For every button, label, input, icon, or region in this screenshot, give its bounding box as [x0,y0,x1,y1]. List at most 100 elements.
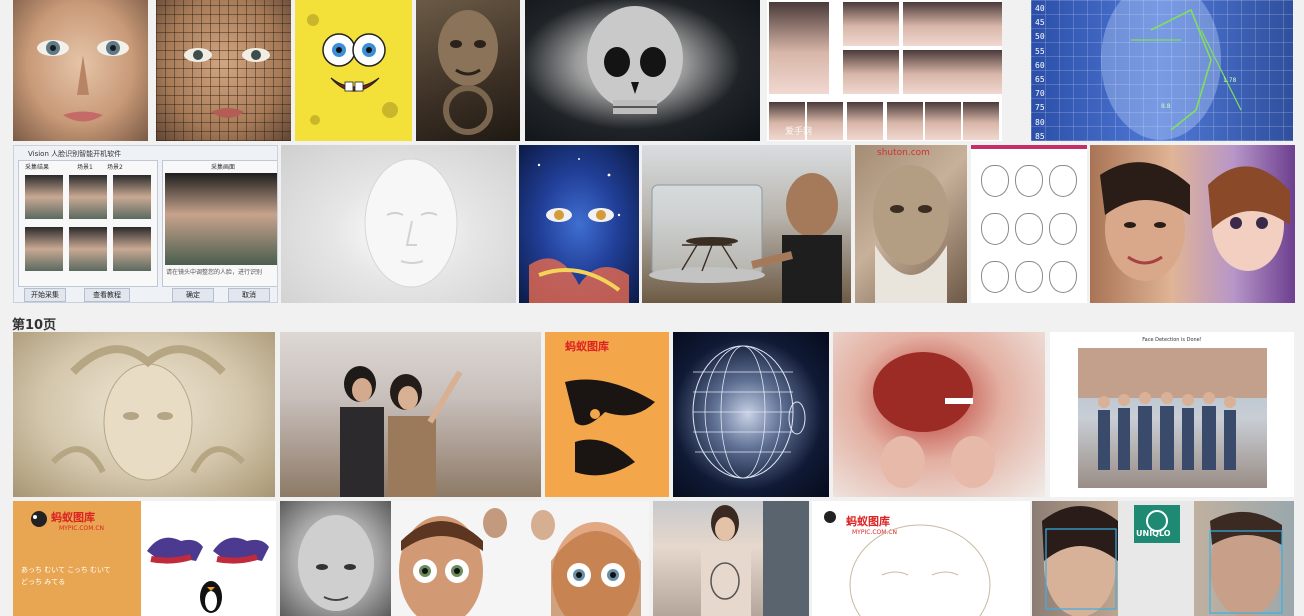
collage-photo [947,50,1002,94]
result-image-cosmic-face-paint[interactable] [519,145,639,303]
result-image-skull[interactable] [525,0,760,141]
door-knocker-thumb [438,10,498,135]
result-image-mypic-japanese-poster[interactable]: 蚂蚁图库 MYPIC.COM.CN あっち むいて こっち むいて どっち みて… [13,501,141,616]
measure-label: 1.78 [1223,77,1237,84]
result-image-old-man-illusion-painting[interactable]: shuton.com [855,145,967,303]
line-art-face-thumb [824,511,991,616]
two-girls-thumb [340,366,463,497]
image-watermark: 爱手网 [785,127,813,137]
old-man-painting-thumb [873,165,949,303]
capture-thumb [69,227,107,271]
collage-photo [887,102,923,140]
result-image-girl-and-cartoon[interactable] [1090,145,1295,303]
face-detection-title: Face Detection is Done! [1142,337,1202,343]
collage-photo [843,50,899,94]
sketch-step [1015,165,1043,197]
sketch-step [981,165,1009,197]
group-photo [1078,348,1267,488]
sketch-step [1049,213,1077,245]
result-image-injured-face-photo[interactable] [833,332,1045,497]
image-search-results-grid: 爱手网 1.78 8.8 40 45 50 55 60 65 70 75 80 … [0,0,1304,616]
uniqlo-faces-thumb [1042,501,1283,616]
cancel-button: 取消 [228,288,270,302]
mypic-logo: 蚂蚁图库 [51,511,95,524]
sketch-step [1049,165,1077,197]
tab-scene-2: 场景2 [107,164,123,171]
preview-label: 采集画面 [211,164,236,171]
result-image-wireframe-head-3d[interactable] [673,332,829,497]
capture-thumb [113,175,151,219]
result-image-girl-face-tshirt[interactable] [653,501,809,616]
sketch-step [1049,261,1077,293]
poster-text-line2: どっち みてる [21,578,66,586]
collage-photo [843,2,899,46]
collage-photo [925,102,961,140]
sketch-step [1015,261,1043,293]
abstract-face-thumb [565,379,655,476]
image-watermark: shuton.com [877,148,930,158]
result-image-spongebob[interactable] [295,0,412,141]
start-capture-button: 开始采集 [24,288,66,302]
result-image-anime-girl-collage[interactable]: 爱手网 [767,0,1002,141]
group-people-thumb [1078,348,1267,470]
collage-photo [769,2,829,94]
collage-photo [947,2,1002,46]
result-image-man-with-mosquito[interactable] [642,145,851,303]
result-image-horse-illusion-penguin[interactable] [141,501,276,616]
result-image-mypic-line-art-face[interactable]: 蚂蚁图库 MYPIC.COM.CN [812,501,1030,616]
man-mosquito-thumb [649,173,842,303]
software-title: Vision 人脸识别智能开机软件 [28,150,122,158]
page-number-label: 第10页 [12,318,57,333]
sketch-step [981,261,1009,293]
sketch-step [981,213,1009,245]
mypic-site: MYPIC.COM.CN [59,525,104,532]
result-image-abstract-orange-face-art[interactable]: 蚂蚁图库 [545,332,669,497]
mesh-face-thumb [184,48,270,118]
cosmic-face-thumb [529,158,629,303]
sketch-step [1015,213,1043,245]
capture-thumb [25,227,63,271]
capture-hint: 请在镜头中调整您的人脸，进行识别 [166,269,263,276]
cg-female-face-thumb [37,40,129,122]
result-image-uniqlo-face-detection[interactable]: UNIQLO [1032,501,1294,616]
capture-results-panel: 采集结果 场景1 场景2 [18,160,158,287]
tab-capture-results: 采集结果 [25,164,50,171]
result-image-face-detection-group[interactable]: Face Detection is Done! [1050,332,1294,497]
result-image-white-mannequin-head[interactable] [281,145,516,303]
view-tutorial-button: 查看教程 [84,288,130,302]
stone-relief-thumb [50,345,246,481]
skull-thumb [587,6,683,114]
horse-illusion-thumb [147,537,269,613]
result-image-big-eyed-faces[interactable] [391,501,649,616]
result-image-bronze-door-knocker[interactable] [416,0,520,141]
result-image-face-sketch-tutorial[interactable] [971,145,1087,303]
result-image-cg-female-face[interactable] [13,0,148,141]
girl-cartoon-thumb [1100,162,1290,281]
ruler-scale: 40 45 50 55 60 65 70 75 80 85 [1035,4,1045,141]
mannequin-head-thumb [364,158,458,288]
result-image-bald-man-portrait[interactable] [280,501,391,616]
capture-thumb [113,227,151,271]
capture-thumb [25,175,63,219]
tab-scene-1: 场景1 [77,164,93,171]
page-right-edge [1297,0,1304,616]
injured-face-thumb [873,352,995,488]
bald-man-thumb [298,515,374,611]
result-image-stone-relief-face[interactable] [13,332,275,497]
face-measure-thumb: 1.78 8.8 [1101,0,1242,140]
tutorial-header-bar [971,145,1087,149]
spongebob-thumb [307,14,398,125]
wireframe-head-thumb [692,345,806,479]
girl-tshirt-thumb [701,501,809,616]
collage-photo [963,102,999,140]
capture-thumb [69,175,107,219]
poster-text-line1: あっち むいて こっち むいて [21,566,111,574]
collage-photo [807,102,843,140]
result-image-two-girls-blossoms[interactable] [280,332,541,497]
capture-preview-image [165,173,277,265]
result-image-face-recognition-software[interactable]: Vision 人脸识别智能开机软件 采集结果 场景1 场景2 采集画面 请在镜头… [13,145,278,303]
uniqlo-brand-label: UNIQLO [1136,529,1171,538]
big-eyed-faces-thumb [399,508,641,616]
result-image-face-wireframe-mesh[interactable] [156,0,291,141]
result-image-face-measurement-grid[interactable]: 1.78 8.8 40 45 50 55 60 65 70 75 80 85 [1031,0,1293,141]
